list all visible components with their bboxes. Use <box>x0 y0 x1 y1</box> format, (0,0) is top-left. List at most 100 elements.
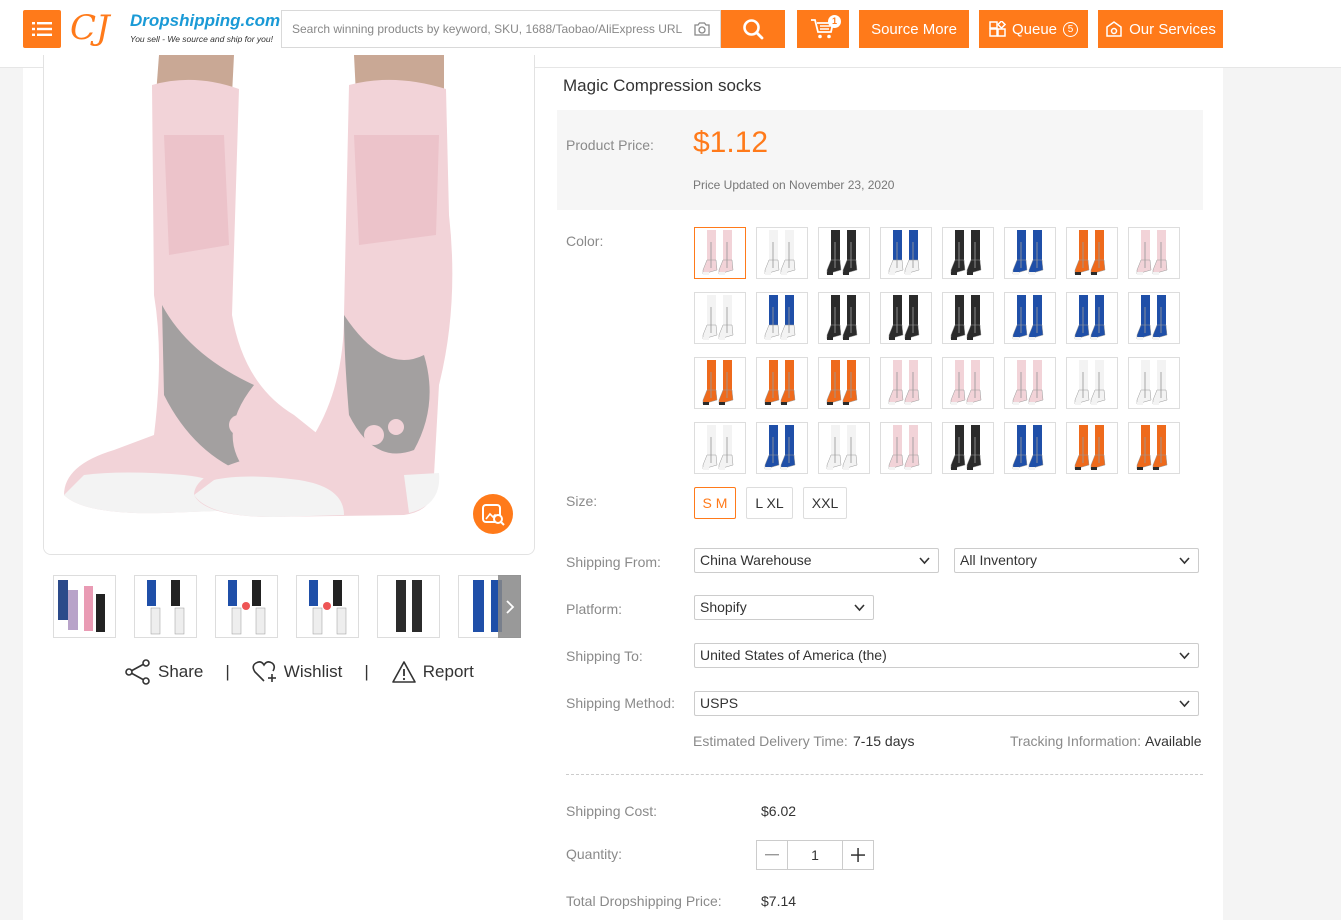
color-swatch[interactable] <box>1066 357 1118 409</box>
color-swatch[interactable] <box>818 357 870 409</box>
color-swatch[interactable] <box>1004 422 1056 474</box>
cart-count-badge: 1 <box>828 15 841 28</box>
shipping-cost-label: Shipping Cost: <box>566 803 658 819</box>
color-swatch[interactable] <box>880 422 932 474</box>
inventory-select[interactable]: All Inventory <box>954 548 1199 573</box>
thumbnail[interactable] <box>215 575 278 638</box>
color-swatch[interactable] <box>880 292 932 344</box>
chevron-down-icon <box>919 557 930 565</box>
price-updated: Price Updated on November 23, 2020 <box>693 178 895 192</box>
separator: | <box>225 662 230 681</box>
color-swatch[interactable] <box>694 357 746 409</box>
platform-select[interactable]: Shopify <box>694 595 874 620</box>
color-swatch[interactable] <box>1128 422 1180 474</box>
wishlist-label: Wishlist <box>283 662 343 681</box>
color-swatch[interactable] <box>1128 227 1180 279</box>
chevron-down-icon <box>1179 700 1190 708</box>
quantity-input[interactable]: 1 <box>787 841 843 869</box>
search-button[interactable] <box>721 10 785 48</box>
separator: | <box>364 662 369 681</box>
size-option-l-xl[interactable]: L XL <box>746 487 793 519</box>
services-label: Our Services <box>1129 20 1216 38</box>
color-swatch[interactable] <box>1128 357 1180 409</box>
compression-socks-image <box>44 55 534 554</box>
color-swatch[interactable] <box>756 422 808 474</box>
source-more-label: Source More <box>871 20 957 38</box>
shipping-to-value: United States of America (the) <box>700 647 887 663</box>
color-swatch[interactable] <box>880 357 932 409</box>
color-swatch[interactable] <box>1004 357 1056 409</box>
color-swatch[interactable] <box>1128 292 1180 344</box>
menu-button[interactable] <box>23 10 61 48</box>
total-price-label: Total Dropshipping Price: <box>566 893 722 909</box>
color-swatch[interactable] <box>818 422 870 474</box>
color-swatch[interactable] <box>756 357 808 409</box>
search-icon <box>743 19 764 40</box>
size-option-label: S M <box>702 495 728 511</box>
shipping-from-select[interactable]: China Warehouse <box>694 548 939 573</box>
cart-button[interactable]: 1 <box>797 10 849 48</box>
color-swatch[interactable] <box>880 227 932 279</box>
color-swatch[interactable] <box>818 292 870 344</box>
tracking-value: Available <box>1145 733 1202 749</box>
product-title: Magic Compression socks <box>563 76 762 95</box>
color-swatch[interactable] <box>818 227 870 279</box>
main-product-image[interactable] <box>43 55 535 555</box>
color-swatch[interactable] <box>1066 227 1118 279</box>
size-option-s-m[interactable]: S M <box>694 487 736 519</box>
warning-icon <box>391 661 416 683</box>
shipping-method-value: USPS <box>700 695 739 711</box>
color-swatch[interactable] <box>694 227 746 279</box>
color-swatch[interactable] <box>694 292 746 344</box>
color-swatch[interactable] <box>1066 422 1118 474</box>
color-swatch[interactable] <box>756 292 808 344</box>
share-label: Share <box>158 662 204 681</box>
share-icon <box>125 659 150 685</box>
shipping-cost-value: $6.02 <box>761 803 797 819</box>
wishlist-action[interactable]: Wishlist <box>252 660 343 684</box>
shipping-from-label: Shipping From: <box>566 554 661 570</box>
services-icon <box>1106 21 1122 37</box>
color-swatch[interactable] <box>694 422 746 474</box>
color-swatch[interactable] <box>1004 227 1056 279</box>
thumbnail[interactable] <box>377 575 440 638</box>
report-label: Report <box>422 662 474 681</box>
thumbnail[interactable] <box>134 575 197 638</box>
source-more-button[interactable]: Source More <box>859 10 969 48</box>
logo-tagline: You sell - We source and ship for you! <box>130 34 274 44</box>
shipping-method-select[interactable]: USPS <box>694 691 1199 716</box>
platform-value: Shopify <box>700 599 747 615</box>
shipping-to-label: Shipping To: <box>566 648 643 664</box>
minus-icon <box>765 854 779 856</box>
shipping-to-select[interactable]: United States of America (the) <box>694 643 1199 668</box>
report-action[interactable]: Report <box>391 660 474 684</box>
color-swatch[interactable] <box>756 227 808 279</box>
quantity-increase-button[interactable] <box>843 841 873 869</box>
inventory-value: All Inventory <box>960 552 1038 568</box>
color-swatch[interactable] <box>942 357 994 409</box>
size-option-label: L XL <box>755 495 784 511</box>
price-label: Product Price: <box>566 137 654 153</box>
chevron-right-icon <box>505 599 514 614</box>
our-services-button[interactable]: Our Services <box>1098 10 1223 48</box>
color-swatch[interactable] <box>1004 292 1056 344</box>
thumbnail[interactable] <box>53 575 116 638</box>
color-swatch[interactable] <box>1066 292 1118 344</box>
camera-icon[interactable] <box>692 19 712 39</box>
queue-button[interactable]: Queue 5 <box>979 10 1088 48</box>
color-swatch[interactable] <box>942 227 994 279</box>
tracking-label: Tracking Information: <box>1010 733 1141 749</box>
quantity-stepper: 1 <box>756 840 874 870</box>
size-option-xxl[interactable]: XXL <box>803 487 847 519</box>
site-logo[interactable]: CJ Dropshipping.com You sell - We source… <box>70 8 280 52</box>
delivery-time-label: Estimated Delivery Time: <box>693 733 848 749</box>
image-search-button[interactable] <box>473 494 513 534</box>
platform-label: Platform: <box>566 601 623 617</box>
share-action[interactable]: Share <box>124 659 203 685</box>
color-swatch[interactable] <box>942 292 994 344</box>
color-swatch[interactable] <box>942 422 994 474</box>
thumbnail[interactable] <box>296 575 359 638</box>
quantity-decrease-button[interactable] <box>757 841 787 869</box>
thumbnail-next-button[interactable] <box>498 575 521 638</box>
search-input[interactable] <box>282 11 687 47</box>
